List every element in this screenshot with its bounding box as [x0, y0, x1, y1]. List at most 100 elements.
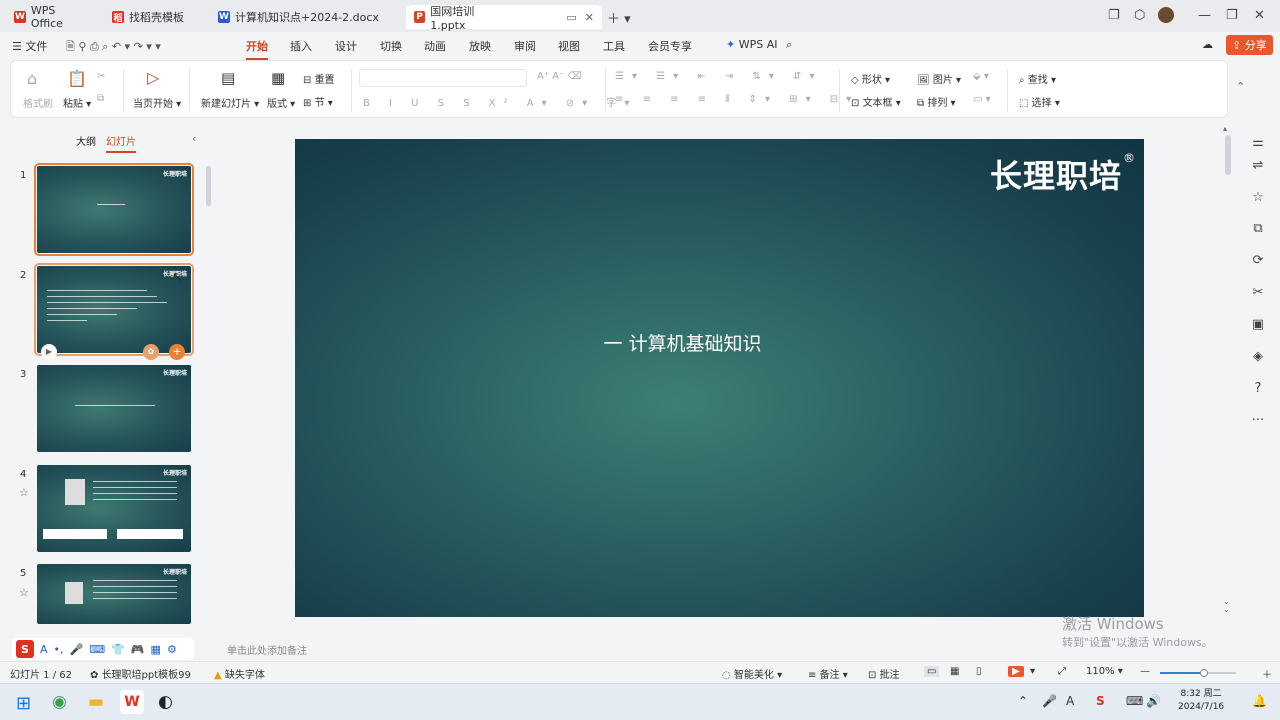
tray-mic-icon[interactable]: 🎤 — [1042, 694, 1057, 708]
sliders-icon[interactable]: ⚌ — [1250, 135, 1266, 151]
collapse-ribbon-icon[interactable]: ⌃ — [1236, 80, 1245, 93]
file-explorer-icon[interactable]: ▬ — [88, 692, 104, 712]
font-name-select[interactable] — [359, 69, 527, 87]
star-icon[interactable]: ☆ — [1250, 190, 1266, 206]
keyboard-icon[interactable]: ⌨ — [89, 643, 105, 656]
apps-icon[interactable]: ▦ — [151, 643, 161, 656]
search-icon[interactable]: ⌕ — [786, 38, 792, 52]
smart-beautify-button[interactable]: ◌ 智能美化 ▾ — [722, 666, 782, 681]
play-from-current-button[interactable]: 当页开始 ▾ — [133, 95, 181, 110]
template-indicator[interactable]: ✿ 长理职培ppt模板99 — [90, 666, 191, 681]
tab-design[interactable]: 设计 — [335, 38, 357, 54]
sogou-ime-icon[interactable]: S — [16, 640, 34, 658]
animation-icon[interactable]: ⟳ — [1250, 253, 1266, 269]
scroll-up-icon[interactable]: ▴ — [1223, 124, 1227, 133]
textbox-button[interactable]: ⊡ 文本框 ▾ — [851, 94, 901, 109]
tools-icon[interactable]: ✂ — [1250, 285, 1266, 301]
outline-icon[interactable]: ▭ ▾ — [973, 94, 991, 105]
slide-title[interactable]: 一 计算机基础知识 — [295, 329, 1070, 356]
play-from-current-icon[interactable]: ▷ — [147, 68, 159, 87]
notification-icon[interactable]: 🔔 — [1252, 694, 1267, 708]
cloud-icon[interactable]: ☁ — [1202, 38, 1213, 51]
tray-network-icon[interactable]: ⌨ — [1126, 694, 1143, 708]
file-menu[interactable]: ☰ 文件 — [12, 38, 47, 54]
fit-window-icon[interactable]: ⤢ — [1058, 666, 1066, 677]
tab-wps-office[interactable]: W WPS Office — [6, 4, 98, 30]
book-icon[interactable]: ▣ — [1250, 317, 1266, 333]
quick-access-toolbar[interactable]: 🗎 ⚲ ⎙ ⌕ ↶ ▾ ↷ ▾ ▾ — [66, 38, 161, 57]
slide-counter[interactable]: 幻灯片 1 / 62 — [10, 666, 72, 681]
slide-thumbnail-1[interactable]: 长理职培 — [34, 163, 194, 256]
font-size-controls[interactable]: A⁺ A⁻ ⌫ — [537, 71, 582, 82]
windows-start-icon[interactable]: ⊞ — [16, 693, 31, 714]
layout-icon[interactable]: ▦ — [271, 69, 285, 87]
tab-transition[interactable]: 切换 — [380, 38, 402, 54]
new-slide-button[interactable]: 新建幻灯片 ▾ — [201, 95, 259, 110]
close-window-icon[interactable]: ✕ — [1254, 8, 1265, 23]
slide-scrollbar[interactable] — [1225, 135, 1231, 175]
picture-button[interactable]: 🖼 图片 ▾ — [917, 71, 961, 86]
layout-button[interactable]: 版式 ▾ — [267, 95, 295, 110]
wps-taskbar-icon[interactable]: W — [120, 690, 144, 714]
slide-thumbnail-4[interactable]: 长理职培 — [37, 465, 191, 552]
new-tab-icon[interactable]: ＋ ▾ — [607, 8, 631, 27]
tray-ime-icon[interactable]: S — [1096, 694, 1105, 708]
font-style-buttons[interactable]: B I U S S X² A▾ ⊘▾ 字▾ — [363, 94, 637, 109]
beautify-icon[interactable]: ✿ — [143, 344, 159, 360]
zoom-slider[interactable] — [1160, 669, 1236, 677]
star-icon[interactable]: ☆ — [19, 486, 29, 499]
restore-layout-icon[interactable]: ❐ — [1108, 8, 1120, 23]
star-icon[interactable]: ☆ — [19, 586, 29, 599]
tab-start[interactable]: 开始 — [246, 38, 268, 60]
missing-font-indicator[interactable]: ▲ 缺失字体 — [214, 666, 265, 681]
slide-thumbnail-3[interactable]: 长理职培 — [37, 365, 191, 452]
microphone-icon[interactable]: 🎤 — [70, 643, 84, 656]
app-taskbar-icon[interactable]: ◐ — [158, 692, 173, 712]
tab-member[interactable]: 会员专享 — [648, 38, 692, 54]
collapse-panel-icon[interactable]: ‹ — [192, 132, 196, 145]
tab-slides[interactable]: 幻灯片 — [106, 133, 136, 153]
paragraph-align-buttons[interactable]: ≡ ≡ ≡ ≡ ⫴ ⇕▾ ⊞▾ ⊟▾ — [615, 94, 859, 105]
play-options-icon[interactable]: ▾ — [1030, 666, 1035, 677]
slide-thumbnail-5[interactable]: 长理职培 — [37, 564, 191, 624]
fill-icon[interactable]: ⬙ ▾ — [973, 71, 989, 82]
paste-button[interactable]: 粘贴 ▾ — [63, 95, 91, 110]
maximize-icon[interactable]: ❐ — [1226, 8, 1238, 23]
browser-icon[interactable]: ◉ — [52, 692, 67, 712]
tab-word-doc[interactable]: W 计算机知识点+2024-2.docx — [210, 5, 400, 29]
slide-canvas[interactable]: 长理职培 ® 一 计算机基础知识 — [295, 139, 1144, 617]
adjust-icon[interactable]: ⇌ — [1250, 158, 1266, 174]
notes-toggle-button[interactable]: ≡ 备注 ▾ — [808, 666, 848, 681]
help-icon[interactable]: ? — [1250, 381, 1266, 397]
slide-thumbnail-2[interactable]: 长理职培 ▶ ✿ + — [34, 263, 194, 360]
ime-toolbar[interactable]: S A •, 🎤 ⌨ 👕 🎮 ▦ ⚙ — [12, 638, 194, 660]
close-tab-icon[interactable]: ✕ — [585, 11, 594, 24]
section-button[interactable]: ⊞ 节 ▾ — [303, 94, 333, 109]
tab-outline[interactable]: 大纲 — [76, 133, 96, 148]
page-nav-icons[interactable]: ⌄ ⌄ — [1223, 598, 1230, 614]
add-slide-icon[interactable]: + — [169, 344, 185, 360]
new-slide-icon[interactable]: ▤ — [221, 69, 235, 87]
paste-icon[interactable]: 📋 — [67, 69, 87, 88]
tab-tools[interactable]: 工具 — [603, 38, 625, 54]
game-icon[interactable]: 🎮 — [131, 643, 145, 656]
tab-animation[interactable]: 动画 — [424, 38, 446, 54]
select-button[interactable]: ⬚ 选择 ▾ — [1019, 94, 1060, 109]
punctuation-icon[interactable]: •, — [54, 643, 64, 656]
comment-button[interactable]: ⊡ 批注 — [868, 666, 900, 681]
zoom-level[interactable]: 110% ▾ — [1086, 666, 1123, 677]
zoom-slider-thumb[interactable] — [1200, 669, 1208, 677]
zoom-out-icon[interactable]: — — [1140, 666, 1150, 677]
tab-insert[interactable]: 插入 — [290, 38, 312, 54]
play-slideshow-button[interactable]: ▶ — [1008, 666, 1024, 677]
find-button[interactable]: ⌕ 查找 ▾ — [1019, 71, 1056, 86]
skin-icon[interactable]: 👕 — [111, 643, 125, 656]
settings-icon[interactable]: ⚙ — [167, 643, 177, 656]
avatar[interactable] — [1158, 7, 1174, 23]
paragraph-list-buttons[interactable]: ☰▾ ☰▾ ⇤ ⇥ ⇅▾ ⇵▾ — [615, 71, 822, 82]
tab-review[interactable]: 审阅 — [514, 38, 536, 54]
tab-slideshow[interactable]: 放映 — [469, 38, 491, 54]
normal-view-icon[interactable]: ▭ — [924, 666, 940, 677]
cube-icon[interactable]: ⬡ — [1134, 8, 1145, 23]
more-icon[interactable]: ··· — [1250, 413, 1266, 429]
